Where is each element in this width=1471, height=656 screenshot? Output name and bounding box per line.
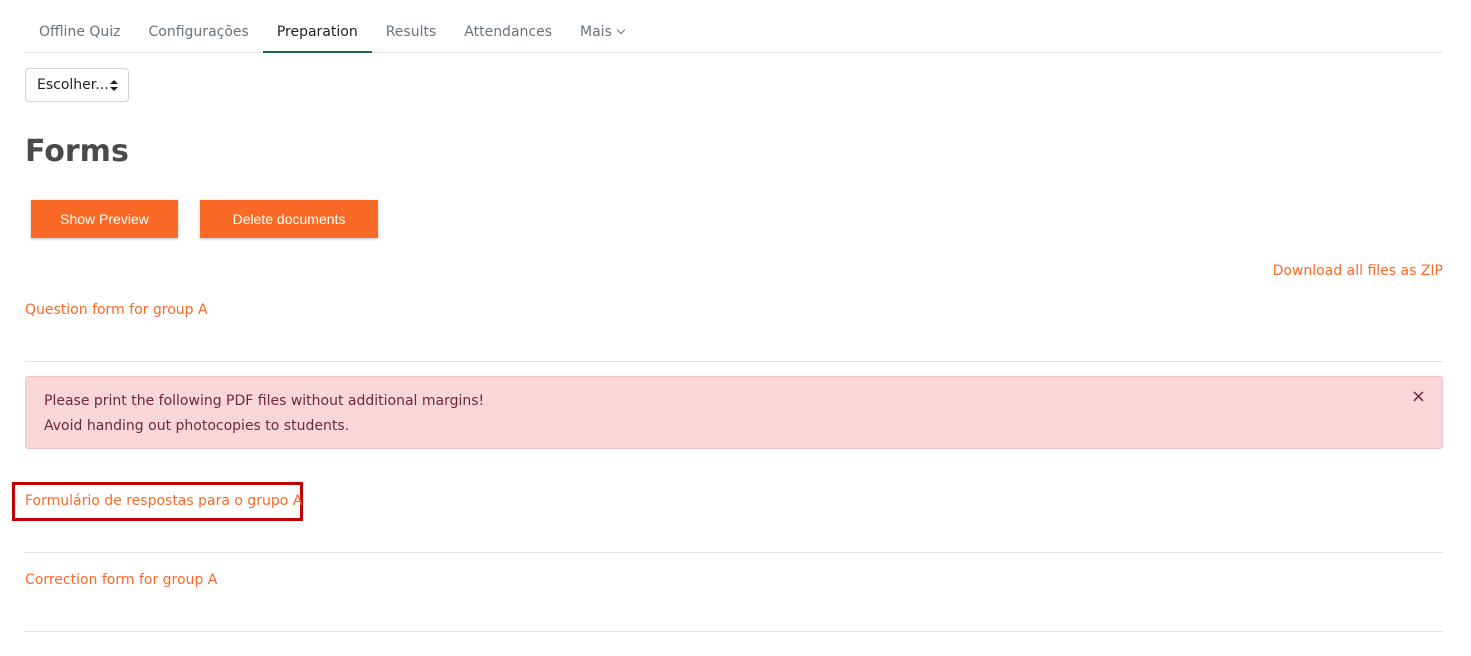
divider (25, 361, 1443, 362)
sort-arrows-icon (110, 80, 118, 91)
chevron-down-icon (616, 25, 626, 35)
secondary-navigation: Offline Quiz Configurações Preparation R… (25, 12, 1443, 53)
alert-text-line-1: Please print the following PDF files wit… (44, 393, 485, 409)
correction-form-link[interactable]: Correction form for group A (25, 570, 217, 590)
alert-text-line-2: Avoid handing out photocopies to student… (44, 418, 350, 434)
tab-offline-quiz[interactable]: Offline Quiz (25, 12, 135, 52)
select-value: Escolher... (37, 77, 109, 93)
tab-label: Offline Quiz (39, 24, 121, 40)
question-form-link[interactable]: Question form for group A (25, 300, 208, 320)
tab-mais-dropdown[interactable]: Mais (566, 12, 638, 52)
close-icon[interactable]: × (1411, 388, 1426, 406)
divider (25, 631, 1443, 632)
navigation-select[interactable]: Escolher... (25, 68, 129, 102)
tab-label: Attendances (464, 24, 553, 40)
tab-preparation[interactable]: Preparation (262, 12, 372, 53)
tab-label: Mais (580, 24, 612, 40)
show-preview-button[interactable]: Show Preview (31, 200, 178, 238)
delete-documents-button[interactable]: Delete documents (200, 200, 378, 238)
tab-label: Configurações (148, 24, 249, 40)
print-warning-alert: Please print the following PDF files wit… (25, 376, 1443, 449)
tab-attendances[interactable]: Attendances (450, 12, 566, 52)
tab-results[interactable]: Results (372, 12, 451, 52)
download-zip-link[interactable]: Download all files as ZIP (1273, 261, 1443, 281)
page-title: Forms (25, 134, 129, 169)
tab-label: Preparation (276, 24, 358, 40)
tab-configuracoes[interactable]: Configurações (135, 12, 263, 52)
answer-form-link[interactable]: Formulário de respostas para o grupo A (25, 491, 302, 511)
divider (25, 552, 1443, 553)
tab-label: Results (385, 24, 437, 40)
